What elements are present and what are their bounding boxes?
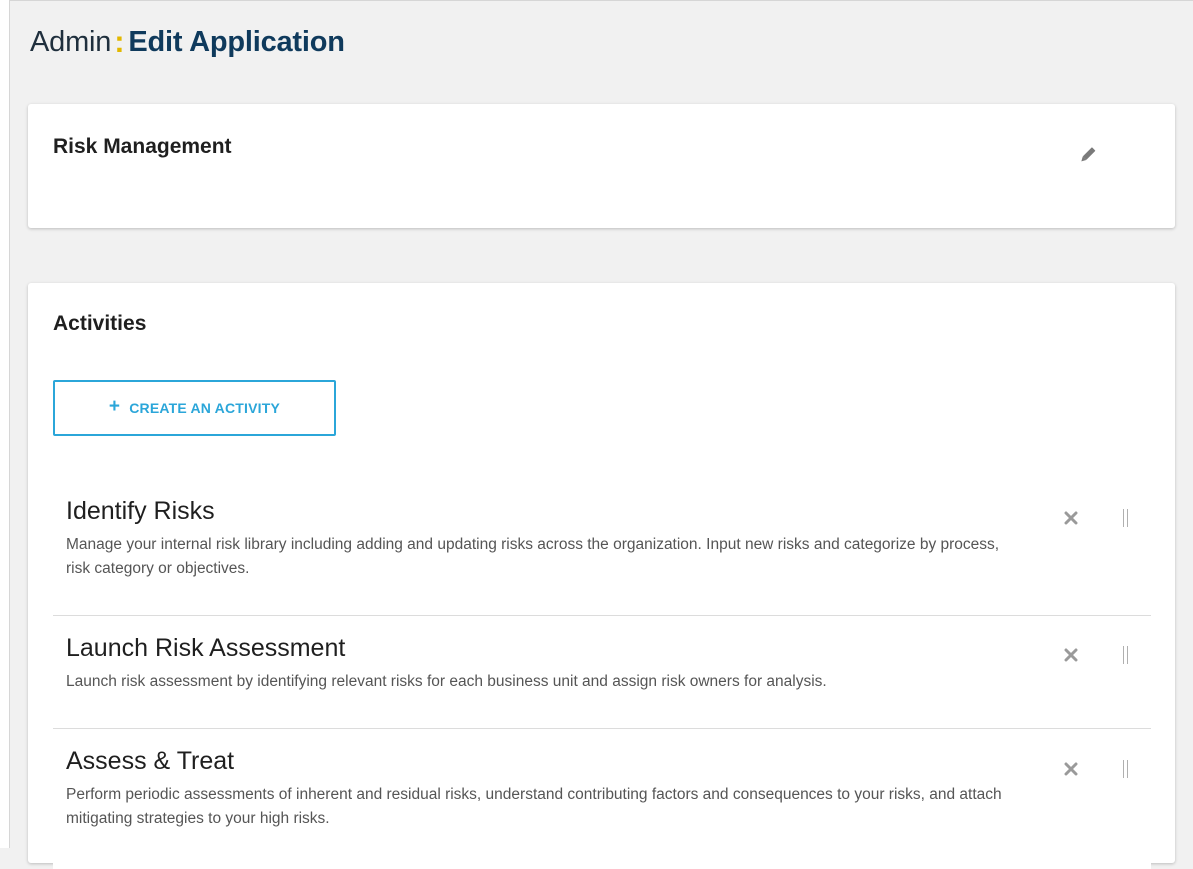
activity-item-launch-risk-assessment[interactable]: Launch Risk Assessment Launch risk asses… (53, 616, 1151, 729)
pencil-icon[interactable] (1075, 143, 1099, 167)
page-title-prefix: Admin (30, 26, 112, 58)
page-title-main: Edit Application (128, 26, 345, 58)
drag-handle-icon[interactable] (1121, 760, 1131, 778)
activity-description: Perform periodic assessments of inherent… (66, 786, 1002, 827)
drag-handle-icon[interactable] (1121, 509, 1131, 527)
activities-section-title: Activities (53, 312, 147, 335)
activities-card: Activities + CREATE AN ACTIVITY Identify… (28, 283, 1175, 869)
activity-description: Launch risk assessment by identifying re… (66, 673, 827, 690)
drag-handle-icon[interactable] (1121, 646, 1131, 664)
remove-icon[interactable] (1064, 648, 1078, 662)
page-title-separator: : (114, 24, 125, 59)
activity-list: Identify Risks Manage your internal risk… (53, 476, 1151, 869)
page-title: Admin : Edit Application (30, 22, 345, 62)
remove-icon[interactable] (1064, 511, 1078, 525)
window-top-border (0, 0, 1193, 1)
create-activity-button[interactable]: + CREATE AN ACTIVITY (53, 380, 336, 436)
activity-title: Assess & Treat (66, 747, 235, 775)
activity-item-identify-risks[interactable]: Identify Risks Manage your internal risk… (53, 476, 1151, 616)
plus-icon: + (108, 396, 121, 417)
remove-icon[interactable] (1064, 762, 1078, 776)
activity-item-assess-treat[interactable]: Assess & Treat Perform periodic assessme… (53, 729, 1151, 869)
activity-description: Manage your internal risk library includ… (66, 536, 1000, 577)
application-card: Risk Management (28, 104, 1175, 228)
activity-title: Identify Risks (66, 497, 215, 525)
create-activity-label: CREATE AN ACTIVITY (129, 400, 281, 416)
application-name: Risk Management (53, 135, 232, 158)
activity-title: Launch Risk Assessment (66, 634, 346, 662)
left-panel-edge (0, 0, 10, 848)
